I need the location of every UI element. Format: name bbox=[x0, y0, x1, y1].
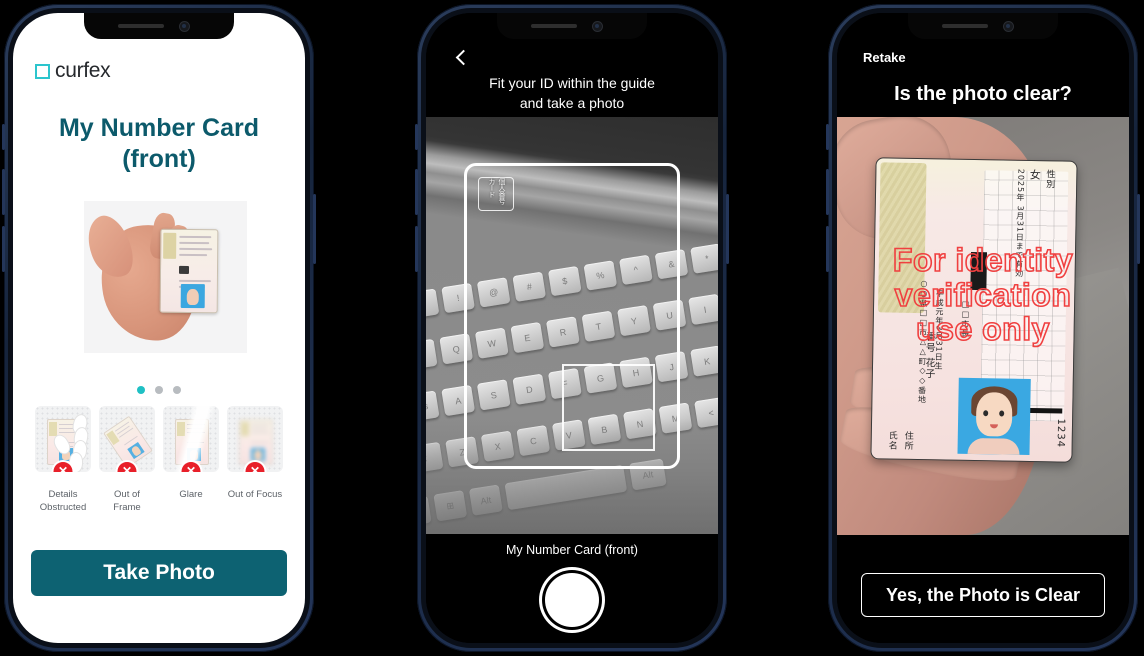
bad-example-label: Glare bbox=[179, 489, 202, 502]
page-title-line1: My Number Card bbox=[58, 114, 260, 142]
bad-example-thumbnail: ✕ bbox=[163, 406, 219, 472]
phone-screen-camera: Fit your ID within the guide and take a … bbox=[426, 13, 718, 643]
review-title: Is the photo clear? bbox=[894, 83, 1072, 105]
phone-power-button bbox=[1137, 194, 1140, 264]
phone-volume-up bbox=[2, 169, 5, 215]
front-camera-icon bbox=[593, 22, 602, 31]
carousel-dot-3[interactable] bbox=[173, 386, 181, 394]
bad-example-list: ✕ Details Obstructed ✕ Out of Frame ✕ Gl… bbox=[35, 406, 283, 515]
phone-screen-intro: curfex My Number Card (front) ✕ Details … bbox=[13, 13, 305, 643]
speaker-grille-icon bbox=[942, 24, 988, 28]
bad-example-label: Details Obstructed bbox=[40, 489, 86, 515]
phone-notch bbox=[497, 13, 647, 39]
camera-preview: ~ ! @ # $ % ^ & * ( Tab bbox=[426, 117, 718, 534]
bad-example-label: Out of Frame bbox=[113, 489, 140, 515]
page-title: My Number Card (front) bbox=[13, 113, 305, 174]
id-guide-frame: 個人番号カード bbox=[464, 163, 680, 469]
bad-example-glare[interactable]: ✕ Glare bbox=[163, 406, 219, 515]
hand-illustration bbox=[84, 209, 242, 349]
carousel-dots[interactable] bbox=[13, 386, 305, 394]
bad-example-thumbnail: ✕ bbox=[35, 406, 91, 472]
phone-notch bbox=[84, 13, 234, 39]
phone-screen-review: Retake Is the photo clear? 性別 女 2025年 3月… bbox=[837, 13, 1129, 643]
logo-wordmark: curfex bbox=[55, 59, 111, 82]
bad-example-label-line1: Out of Focus bbox=[227, 489, 283, 500]
phone-mute-switch bbox=[2, 124, 5, 150]
back-chevron-icon[interactable] bbox=[454, 51, 468, 65]
phone-mockup-review: Retake Is the photo clear? 性別 女 2025年 3月… bbox=[826, 4, 1140, 652]
phone-mockup-camera: Fit your ID within the guide and take a … bbox=[415, 4, 729, 652]
bad-example-label-line2: Frame bbox=[113, 501, 141, 513]
carousel-dot-1[interactable] bbox=[137, 386, 145, 394]
card-sex-value: 女 bbox=[1028, 168, 1042, 182]
bad-example-out-of-focus[interactable]: ✕ Out of Focus bbox=[227, 406, 283, 515]
obstruction-fingers-icon bbox=[50, 412, 90, 472]
curfex-logo: curfex bbox=[35, 59, 111, 83]
bad-example-out-of-frame[interactable]: ✕ Out of Frame bbox=[99, 406, 155, 515]
screenshot-stage: curfex My Number Card (front) ✕ Details … bbox=[0, 0, 1144, 656]
confirm-photo-button[interactable]: Yes, the Photo is Clear bbox=[861, 573, 1105, 617]
captured-photo: 性別 女 2025年 3月31日まで有効 平成元年3月31日生 ○○県□□市△△… bbox=[837, 117, 1129, 535]
phone-power-button bbox=[726, 194, 729, 264]
bad-example-label-line1: Glare bbox=[179, 489, 203, 500]
card-expiry: 2025年 3月31日まで有効 bbox=[1014, 168, 1026, 279]
front-camera-icon bbox=[1004, 22, 1013, 31]
page-title-line2: (front) bbox=[122, 144, 196, 173]
take-photo-button[interactable]: Take Photo bbox=[31, 550, 287, 596]
phone-volume-down bbox=[826, 226, 829, 272]
phone-volume-down bbox=[415, 226, 418, 272]
retake-link[interactable]: Retake bbox=[863, 50, 906, 65]
phone-notch bbox=[908, 13, 1058, 39]
phone-volume-up bbox=[826, 169, 829, 215]
card-black-mark bbox=[970, 251, 988, 291]
phone-mute-switch bbox=[415, 124, 418, 150]
camera-hint-line2: and take a photo bbox=[519, 95, 625, 112]
phone-mute-switch bbox=[826, 124, 829, 150]
speaker-grille-icon bbox=[118, 24, 164, 28]
card-sex-label: 性別 bbox=[1044, 169, 1055, 190]
guide-face-box bbox=[562, 364, 655, 451]
phone-power-button bbox=[313, 194, 316, 264]
card-portrait bbox=[957, 377, 1031, 455]
bad-example-label: Out of Focus bbox=[228, 489, 282, 502]
bad-example-label-line1: Out of bbox=[114, 489, 140, 500]
card-name-label: 氏名 bbox=[886, 430, 897, 451]
camera-caption: My Number Card (front) bbox=[506, 543, 638, 557]
guide-chip-label: 個人番号カード bbox=[478, 177, 514, 211]
card-address-label: 住所 bbox=[902, 430, 913, 451]
front-camera-icon bbox=[180, 22, 189, 31]
bad-example-thumbnail: ✕ bbox=[227, 406, 283, 472]
card-issuer: □□市長 bbox=[960, 299, 971, 338]
bad-example-details-obstructed[interactable]: ✕ Details Obstructed bbox=[35, 406, 91, 515]
speaker-grille-icon bbox=[531, 24, 577, 28]
carousel-dot-2[interactable] bbox=[155, 386, 163, 394]
shutter-button[interactable] bbox=[545, 573, 599, 627]
hero-illustration bbox=[84, 201, 247, 353]
bad-example-label-line1: Details bbox=[48, 489, 78, 500]
card-number: 1234 bbox=[1054, 417, 1067, 448]
id-card-photo: 性別 女 2025年 3月31日まで有効 平成元年3月31日生 ○○県□□市△△… bbox=[870, 157, 1078, 463]
bad-example-thumbnail: ✕ bbox=[99, 406, 155, 472]
phone-volume-down bbox=[2, 226, 5, 272]
my-number-card-illustration bbox=[159, 228, 219, 314]
phone-volume-up bbox=[415, 169, 418, 215]
review-screen: Retake Is the photo clear? 性別 女 2025年 3月… bbox=[837, 13, 1129, 643]
phone-mockup-intro: curfex My Number Card (front) ✕ Details … bbox=[2, 4, 316, 652]
camera-screen: Fit your ID within the guide and take a … bbox=[426, 13, 718, 643]
camera-hint-line1: Fit your ID within the guide bbox=[489, 75, 655, 91]
bad-example-label-line2: Obstructed bbox=[39, 501, 87, 513]
guide-chip-text: 個人番号カード bbox=[488, 178, 505, 204]
brackets-icon bbox=[35, 63, 50, 79]
camera-hint: Fit your ID within the guide and take a … bbox=[426, 73, 718, 114]
intro-screen: curfex My Number Card (front) ✕ Details … bbox=[13, 13, 305, 643]
card-name-value: 番号 花子 bbox=[922, 330, 935, 380]
